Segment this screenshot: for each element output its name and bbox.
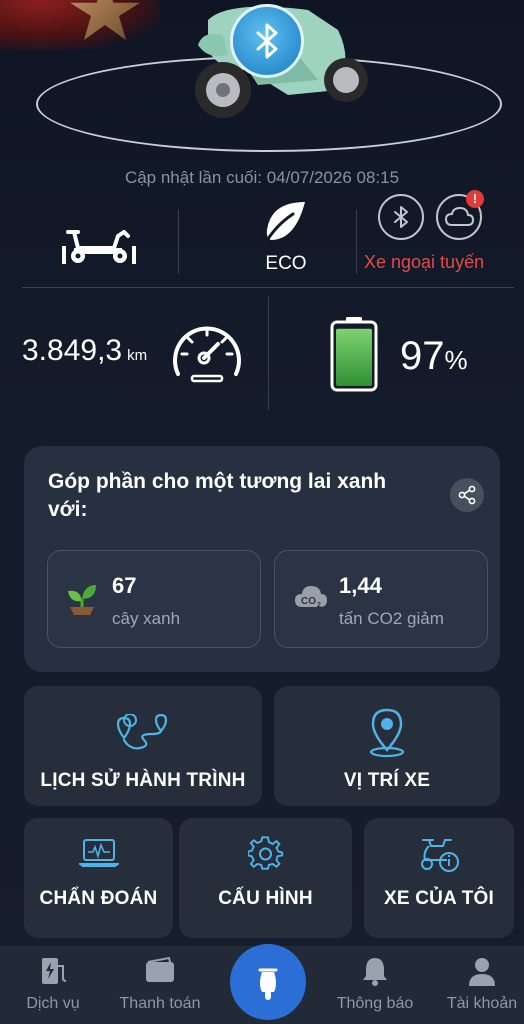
trees-value: 67 (112, 573, 137, 598)
drive-mode[interactable]: ECO (238, 200, 334, 275)
bell-icon (363, 958, 387, 986)
configuration-label: CẤU HÌNH (218, 888, 313, 909)
svg-text:2: 2 (317, 602, 321, 609)
location-pin-icon (369, 708, 405, 758)
battery-fill (336, 328, 372, 386)
cloud-alert-badge: ! (466, 190, 484, 208)
wallet-icon (146, 956, 174, 982)
co2-label: tấn CO2 giảm (339, 609, 444, 628)
divider (178, 210, 179, 274)
app-root: Cập nhật lần cuối: 04/07/2026 08:15 ECO (0, 0, 524, 1024)
share-button[interactable] (450, 478, 484, 512)
nav-services[interactable]: Dịch vụ (16, 956, 90, 1013)
bluetooth-icon (394, 206, 408, 228)
nav-vehicle-home[interactable] (230, 944, 306, 1020)
scooter-icon (62, 230, 136, 264)
bluetooth-icon (256, 23, 278, 59)
diagnostics-card[interactable]: CHẨN ĐOÁN (24, 818, 173, 938)
trees-stat: 67 cây xanh (47, 550, 261, 648)
speedometer-icon (173, 326, 241, 383)
green-card-title: Góp phần cho một tương lai xanh với: (48, 470, 387, 521)
scooter-info-icon (421, 839, 459, 872)
nav-payment[interactable]: Thanh toán (112, 956, 208, 1013)
battery-percentage: 97 % (400, 334, 468, 379)
sprout-icon (68, 585, 96, 615)
co2-value: 1,44 (339, 573, 382, 598)
configuration-card[interactable]: CẤU HÌNH (179, 818, 352, 938)
share-icon (458, 485, 476, 505)
user-icon (469, 958, 495, 986)
odometer-unit: km (127, 347, 148, 364)
my-vehicle-card[interactable]: XE CỦA TÔI (364, 818, 514, 938)
bottom-navigation: Dịch vụ Thanh toán Thông báo Tài khoản (0, 944, 524, 1024)
battery-icon (330, 317, 378, 392)
odometer-value: 3.849,3 (22, 334, 123, 367)
gear-icon (247, 836, 283, 870)
scooter-icon (258, 968, 278, 1000)
nav-account[interactable]: Tài khoản (440, 956, 524, 1013)
divider (268, 296, 269, 410)
nav-notifications[interactable]: Thông báo (330, 956, 420, 1013)
vehicle-hero (0, 0, 524, 160)
vehicle-stand-status (60, 224, 138, 271)
vehicle-location-card[interactable]: VỊ TRÍ XE (274, 686, 500, 806)
trip-history-label: LỊCH SỬ HÀNH TRÌNH (40, 770, 246, 791)
drive-mode-label: ECO (265, 253, 307, 274)
odometer: 3.849,3 km (22, 334, 147, 368)
bluetooth-connect-button[interactable] (230, 4, 304, 78)
route-icon (116, 714, 168, 750)
divider (356, 210, 357, 274)
bluetooth-status-button[interactable] (378, 194, 424, 240)
battery-unit: % (444, 345, 468, 375)
svg-text:CO: CO (301, 596, 316, 607)
my-vehicle-label: XE CỦA TÔI (383, 888, 495, 909)
nav-account-label: Tài khoản (446, 995, 518, 1012)
charging-station-icon (42, 958, 67, 984)
green-future-card: Góp phần cho một tương lai xanh với: 67 … (24, 446, 500, 672)
trip-history-card[interactable]: LỊCH SỬ HÀNH TRÌNH (24, 686, 262, 806)
nav-payment-label: Thanh toán (119, 995, 201, 1012)
trees-label: cây xanh (112, 609, 181, 628)
connection-status-text: Xe ngoại tuyến (364, 252, 485, 272)
battery-value: 97 (400, 334, 445, 378)
vehicle-location-label: VỊ TRÍ XE (343, 770, 431, 791)
cloud-icon (444, 207, 474, 226)
vehicle-status-row: ECO ! Xe ngoại tuyến (22, 190, 514, 286)
co2-cloud-icon: CO 2 (295, 586, 327, 609)
leaf-icon (263, 202, 305, 246)
divider (22, 287, 514, 288)
co2-stat: CO 2 1,44 tấn CO2 giảm (274, 550, 488, 648)
diagnostics-label: CHẨN ĐOÁN (39, 888, 158, 909)
last-update-text: Cập nhật lần cuối: 04/07/2026 08:15 (124, 168, 400, 187)
nav-notifications-label: Thông báo (336, 995, 414, 1012)
nav-services-label: Dịch vụ (26, 995, 80, 1012)
laptop-diagnostic-icon (78, 839, 119, 867)
